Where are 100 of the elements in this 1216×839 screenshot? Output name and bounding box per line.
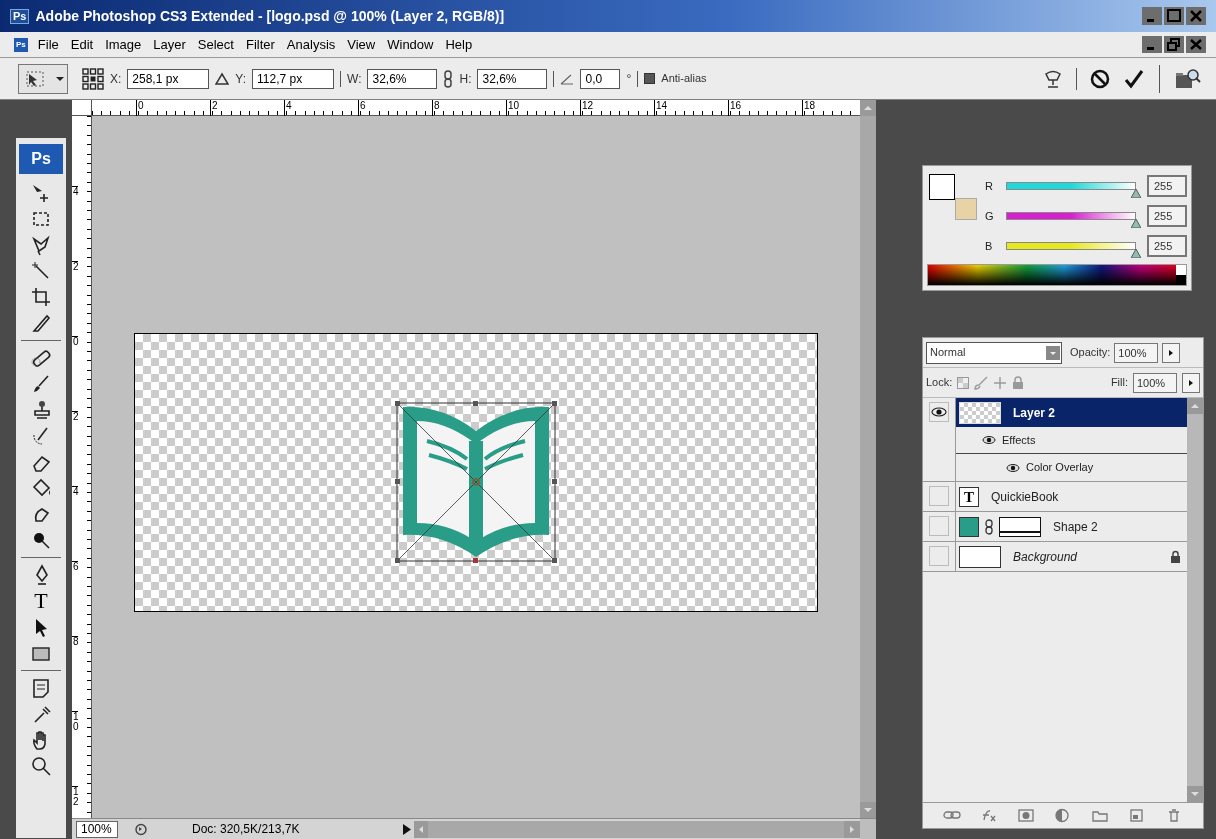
visibility-eye[interactable] [1006,462,1020,473]
input-field[interactable]: 255 [1147,205,1187,227]
input-field[interactable]: 255 [1147,235,1187,257]
effects-label: Effects [1002,432,1036,448]
folder-icon[interactable] [1091,808,1110,823]
ruler-label: 0 [72,336,78,347]
layer-thumbnail [959,545,1001,568]
caret-icon [55,75,65,82]
color-slider[interactable] [1003,211,1139,229]
crop-tool-icon[interactable] [30,286,52,308]
app-logo: Ps [19,144,63,174]
menu-item[interactable]: Select [193,34,238,55]
ruler-label: 2 [210,100,218,116]
input-field[interactable]: 0,0 [580,68,621,89]
vertical-scrollbar[interactable] [860,116,876,818]
ruler-label: 18 [802,100,816,116]
zoom-field[interactable]: 100% [76,820,118,838]
layer-thumbnail [959,401,1001,424]
folder-magnifier-icon[interactable] [1174,66,1202,91]
visibility-toggle[interactable] [929,486,949,506]
blend-mode-dropdown[interactable]: Normal [926,341,1062,364]
input-field[interactable]: 100% [1114,342,1159,363]
checkbox-label: Anti-alias [661,71,707,87]
reference-point-icon[interactable] [82,67,104,90]
slider-thumb[interactable] [1131,188,1141,198]
adjustment-layer-icon[interactable] [1054,808,1072,823]
field-label: H: [459,70,472,88]
menu-item[interactable]: Window [383,34,438,55]
foreground-color-swatch[interactable] [929,174,955,200]
type-tool[interactable]: T [34,588,48,614]
ruler-origin[interactable] [72,100,92,116]
menu-item[interactable]: Analysis [282,34,340,55]
layer-name: Layer 2 [1013,404,1057,422]
checkbox[interactable] [644,73,656,84]
opacity-label: Opacity: [1070,345,1111,361]
flyout-arrow-button[interactable] [1182,372,1200,393]
field-label: X: [110,70,122,88]
restore-button[interactable] [1164,36,1184,53]
layer-name: Shape 2 [1053,518,1099,536]
menu-item[interactable]: Image [101,34,146,55]
background-color-swatch[interactable] [955,198,977,220]
minimize-button[interactable] [1142,36,1162,53]
tool-preset-picker[interactable] [18,63,68,94]
visibility-eye[interactable] [929,402,949,422]
horizontal-scrollbar[interactable] [428,820,860,838]
menu-item[interactable]: Help [441,34,477,55]
color-slider[interactable] [1003,241,1139,259]
ruler-label: 4 [72,186,78,197]
layer-name: Background [1013,548,1079,566]
menu-item[interactable]: View [343,34,380,55]
slider-thumb[interactable] [1131,248,1141,258]
layer-mask-icon[interactable] [1016,808,1035,823]
bandage-icon[interactable] [30,347,52,369]
visibility-eye[interactable] [982,435,996,445]
input-field[interactable]: 258,1 px [127,68,210,89]
ruler-label: 16 [728,100,742,116]
flyout-arrow-button[interactable] [1162,342,1181,363]
window-title: Adobe Photoshop CS3 Extended - [logo.psd @ 100% (Layer 2, RGB/8)] [35,6,506,26]
lasso-tool-icon[interactable] [30,234,52,256]
delta-icon[interactable] [215,71,230,86]
menu-item[interactable]: Layer [149,34,190,55]
ruler-label: 4 [72,486,78,497]
visibility-toggle[interactable] [929,546,949,566]
channel-label: G [985,208,995,224]
field-label: Y: [235,70,247,88]
input-field[interactable]: 32,6% [477,68,548,89]
input-field[interactable]: 32,6% [367,68,438,89]
ruler-label: 8 [432,100,440,116]
ruler-label: 4 [284,100,292,116]
slice-tool-icon[interactable] [30,312,52,334]
close-button[interactable] [1186,7,1206,25]
minimize-button[interactable] [1142,7,1162,25]
commit-checkmark-icon[interactable] [1123,67,1145,90]
input-field[interactable]: 255 [1147,175,1187,197]
transform-box[interactable] [395,400,557,563]
layer-row[interactable]: Layer 2 [956,398,1187,427]
fill-label: Fill: [1110,375,1128,391]
slider-thumb[interactable] [1131,218,1141,228]
menu-item[interactable]: File [33,34,63,55]
color-spectrum[interactable] [927,264,1187,286]
ruler-label: 8 [72,636,78,647]
effect-name[interactable]: Color Overlay [1026,459,1094,476]
input-field[interactable]: 100% [1133,372,1177,393]
maximize-button[interactable] [1164,7,1184,25]
text-layer-thumbnail: T [959,486,979,507]
zoom-tool-icon[interactable] [30,755,52,777]
input-field[interactable]: 112,7 px [252,68,335,89]
cancel-icon[interactable] [1089,67,1111,90]
paint-bucket-icon[interactable] [30,477,52,499]
menu-item[interactable]: Filter [241,34,279,55]
color-slider[interactable] [1003,181,1139,199]
degree-label: ° [626,70,632,88]
visibility-toggle[interactable] [929,516,949,536]
close-button[interactable] [1186,36,1206,53]
field-label: W: [347,70,362,88]
ruler-label: 14 [654,100,668,116]
notes-tool-icon[interactable] [30,677,52,699]
channel-label: R [985,178,994,194]
chain-link-icon[interactable] [443,69,454,88]
menu-item[interactable]: Edit [66,34,98,55]
